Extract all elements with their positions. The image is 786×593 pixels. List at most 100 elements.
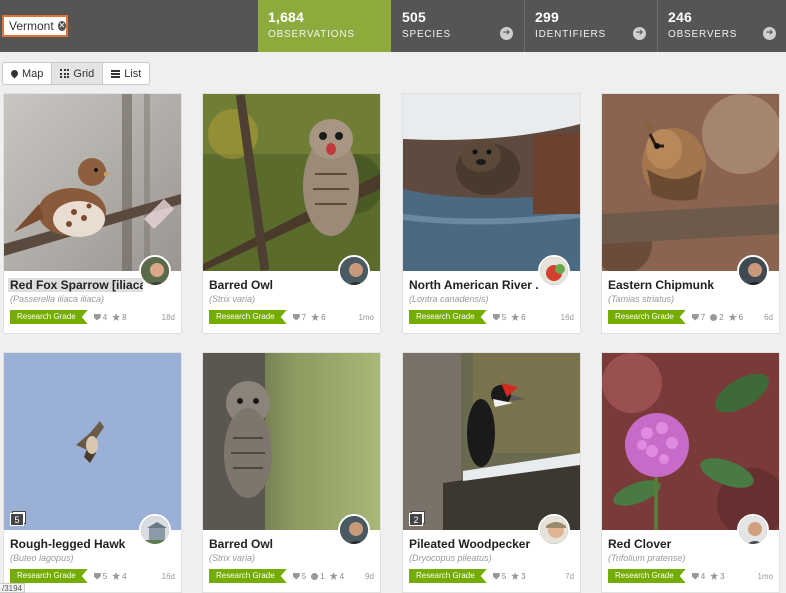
research-grade-badge: Research Grade xyxy=(608,310,686,324)
fave-icon xyxy=(112,313,121,321)
species-count: 505 xyxy=(402,9,426,25)
observation-card[interactable]: Eastern Chipmunk (Tamias striatus) Resea… xyxy=(601,93,780,334)
list-view-label: List xyxy=(124,67,142,80)
observer-avatar[interactable] xyxy=(338,255,370,287)
observation-age: 9d xyxy=(365,571,374,581)
grid-icon xyxy=(60,69,70,78)
species-name[interactable]: North American River ... xyxy=(409,278,539,292)
observer-avatar[interactable] xyxy=(538,514,570,546)
grid-view-button[interactable]: Grid xyxy=(51,63,103,84)
observation-photo[interactable] xyxy=(4,94,181,271)
observation-age: 7d xyxy=(565,571,574,581)
species-name[interactable]: Barred Owl xyxy=(209,278,339,292)
card-footer: Research Grade 7 6 1mo xyxy=(209,310,374,324)
comment-icon xyxy=(311,572,319,580)
remove-filter-icon[interactable]: ✕ xyxy=(57,21,66,31)
observation-card[interactable]: Barred Owl (Strix varia) Research Grade … xyxy=(202,93,381,334)
arrow-right-icon[interactable]: ➔ xyxy=(633,27,646,40)
observation-photo[interactable] xyxy=(602,94,779,271)
place-filter-label: Vermont xyxy=(9,19,54,33)
research-grade-badge: Research Grade xyxy=(608,569,686,583)
fave-icon xyxy=(728,313,737,321)
arrow-right-icon[interactable]: ➔ xyxy=(500,27,513,40)
observer-avatar[interactable] xyxy=(139,514,171,546)
observers-count: 246 xyxy=(668,9,692,25)
observation-card[interactable]: Red Fox Sparrow [iliaca] (Passerella ili… xyxy=(3,93,182,334)
fave-icon xyxy=(329,572,338,580)
comment-count: 1 xyxy=(320,571,325,581)
research-grade-badge: Research Grade xyxy=(409,310,487,324)
fave-count: 6 xyxy=(321,312,326,322)
observation-card[interactable]: North American River ... (Lontra canaden… xyxy=(402,93,581,334)
card-footer: Research Grade 4 3 1mo xyxy=(608,569,773,583)
fave-count: 6 xyxy=(738,312,744,322)
list-view-button[interactable]: List xyxy=(102,63,149,84)
scientific-name: (Passerella iliaca iliaca) xyxy=(10,294,105,304)
scientific-name: (Trifolium pratense) xyxy=(608,553,686,563)
place-filter-chip[interactable]: Vermont ✕ xyxy=(2,15,68,37)
identification-icon xyxy=(93,313,101,321)
observation-card[interactable]: Red Clover (Trifolium pratense) Research… xyxy=(601,352,780,593)
fave-count: 3 xyxy=(720,571,725,581)
observation-age: 6d xyxy=(764,312,773,322)
observation-photo[interactable] xyxy=(203,353,380,530)
photo-count-badge: 5 xyxy=(10,513,24,526)
observer-avatar[interactable] xyxy=(737,514,769,546)
identification-icon xyxy=(292,313,300,321)
identification-count: 7 xyxy=(301,312,307,322)
observations-stat[interactable]: 1,684 OBSERVATIONS xyxy=(258,0,391,52)
research-grade-badge: Research Grade xyxy=(409,569,487,583)
observation-photo[interactable] xyxy=(403,94,580,271)
identification-count: 7 xyxy=(700,312,706,322)
observation-photo[interactable] xyxy=(203,94,380,271)
identification-count: 5 xyxy=(301,571,307,581)
observation-age: 1mo xyxy=(358,312,374,322)
observation-photo[interactable] xyxy=(4,353,181,530)
scientific-name: (Buteo lagopus) xyxy=(10,553,74,563)
identification-icon xyxy=(691,572,699,580)
observers-stat[interactable]: 246 OBSERVERS ➔ xyxy=(657,0,786,52)
identification-count: 5 xyxy=(501,312,507,322)
observation-card[interactable]: 5 Rough-legged Hawk (Buteo lagopus) Rese… xyxy=(3,352,182,593)
scientific-name: (Strix varia) xyxy=(209,553,256,563)
observer-avatar[interactable] xyxy=(737,255,769,287)
species-name[interactable]: Eastern Chipmunk xyxy=(608,278,738,292)
observation-age: 1mo xyxy=(757,571,773,581)
species-name[interactable]: Pileated Woodpecker xyxy=(409,537,539,551)
fave-count: 6 xyxy=(521,312,526,322)
observation-age: 18d xyxy=(161,312,175,322)
scientific-name: (Strix varia) xyxy=(209,294,256,304)
stats-header: Vermont ✕ 1,684 OBSERVATIONS 505 SPECIES… xyxy=(0,0,786,52)
identifiers-stat[interactable]: 299 IDENTIFIERS ➔ xyxy=(524,0,656,52)
species-name[interactable]: Barred Owl xyxy=(209,537,339,551)
scientific-name: (Dryocopus pileatus) xyxy=(409,553,492,563)
map-pin-icon xyxy=(9,68,20,79)
observer-avatar[interactable] xyxy=(139,255,171,287)
observation-card[interactable]: 2 Pileated Woodpecker (Dryocopus pileatu… xyxy=(402,352,581,593)
card-footer: Research Grade 7 2 6 6d xyxy=(608,310,773,324)
observer-avatar[interactable] xyxy=(338,514,370,546)
identification-icon xyxy=(292,572,300,580)
map-view-button[interactable]: Map xyxy=(3,63,51,84)
identification-icon xyxy=(492,572,500,580)
observer-avatar[interactable] xyxy=(538,255,570,287)
observation-photo[interactable] xyxy=(403,353,580,530)
fave-icon xyxy=(112,572,121,580)
grid-view-label: Grid xyxy=(73,67,95,80)
fave-count: 3 xyxy=(521,571,526,581)
comment-count: 2 xyxy=(719,312,724,322)
research-grade-badge: Research Grade xyxy=(209,310,287,324)
observation-age: 16d xyxy=(161,571,175,581)
arrow-right-icon[interactable]: ➔ xyxy=(763,27,776,40)
observation-photo[interactable] xyxy=(602,353,779,530)
observation-card[interactable]: Barred Owl (Strix varia) Research Grade … xyxy=(202,352,381,593)
observations-count: 1,684 xyxy=(268,9,305,25)
species-name[interactable]: Red Clover xyxy=(608,537,738,551)
species-stat[interactable]: 505 SPECIES ➔ xyxy=(392,0,523,52)
species-name[interactable]: Rough-legged Hawk xyxy=(10,537,140,551)
identification-count: 4 xyxy=(102,312,108,322)
research-grade-badge: Research Grade xyxy=(10,569,88,583)
identification-count: 4 xyxy=(700,571,706,581)
species-name[interactable]: Red Fox Sparrow [iliaca] xyxy=(8,278,143,292)
fave-icon xyxy=(710,572,719,580)
